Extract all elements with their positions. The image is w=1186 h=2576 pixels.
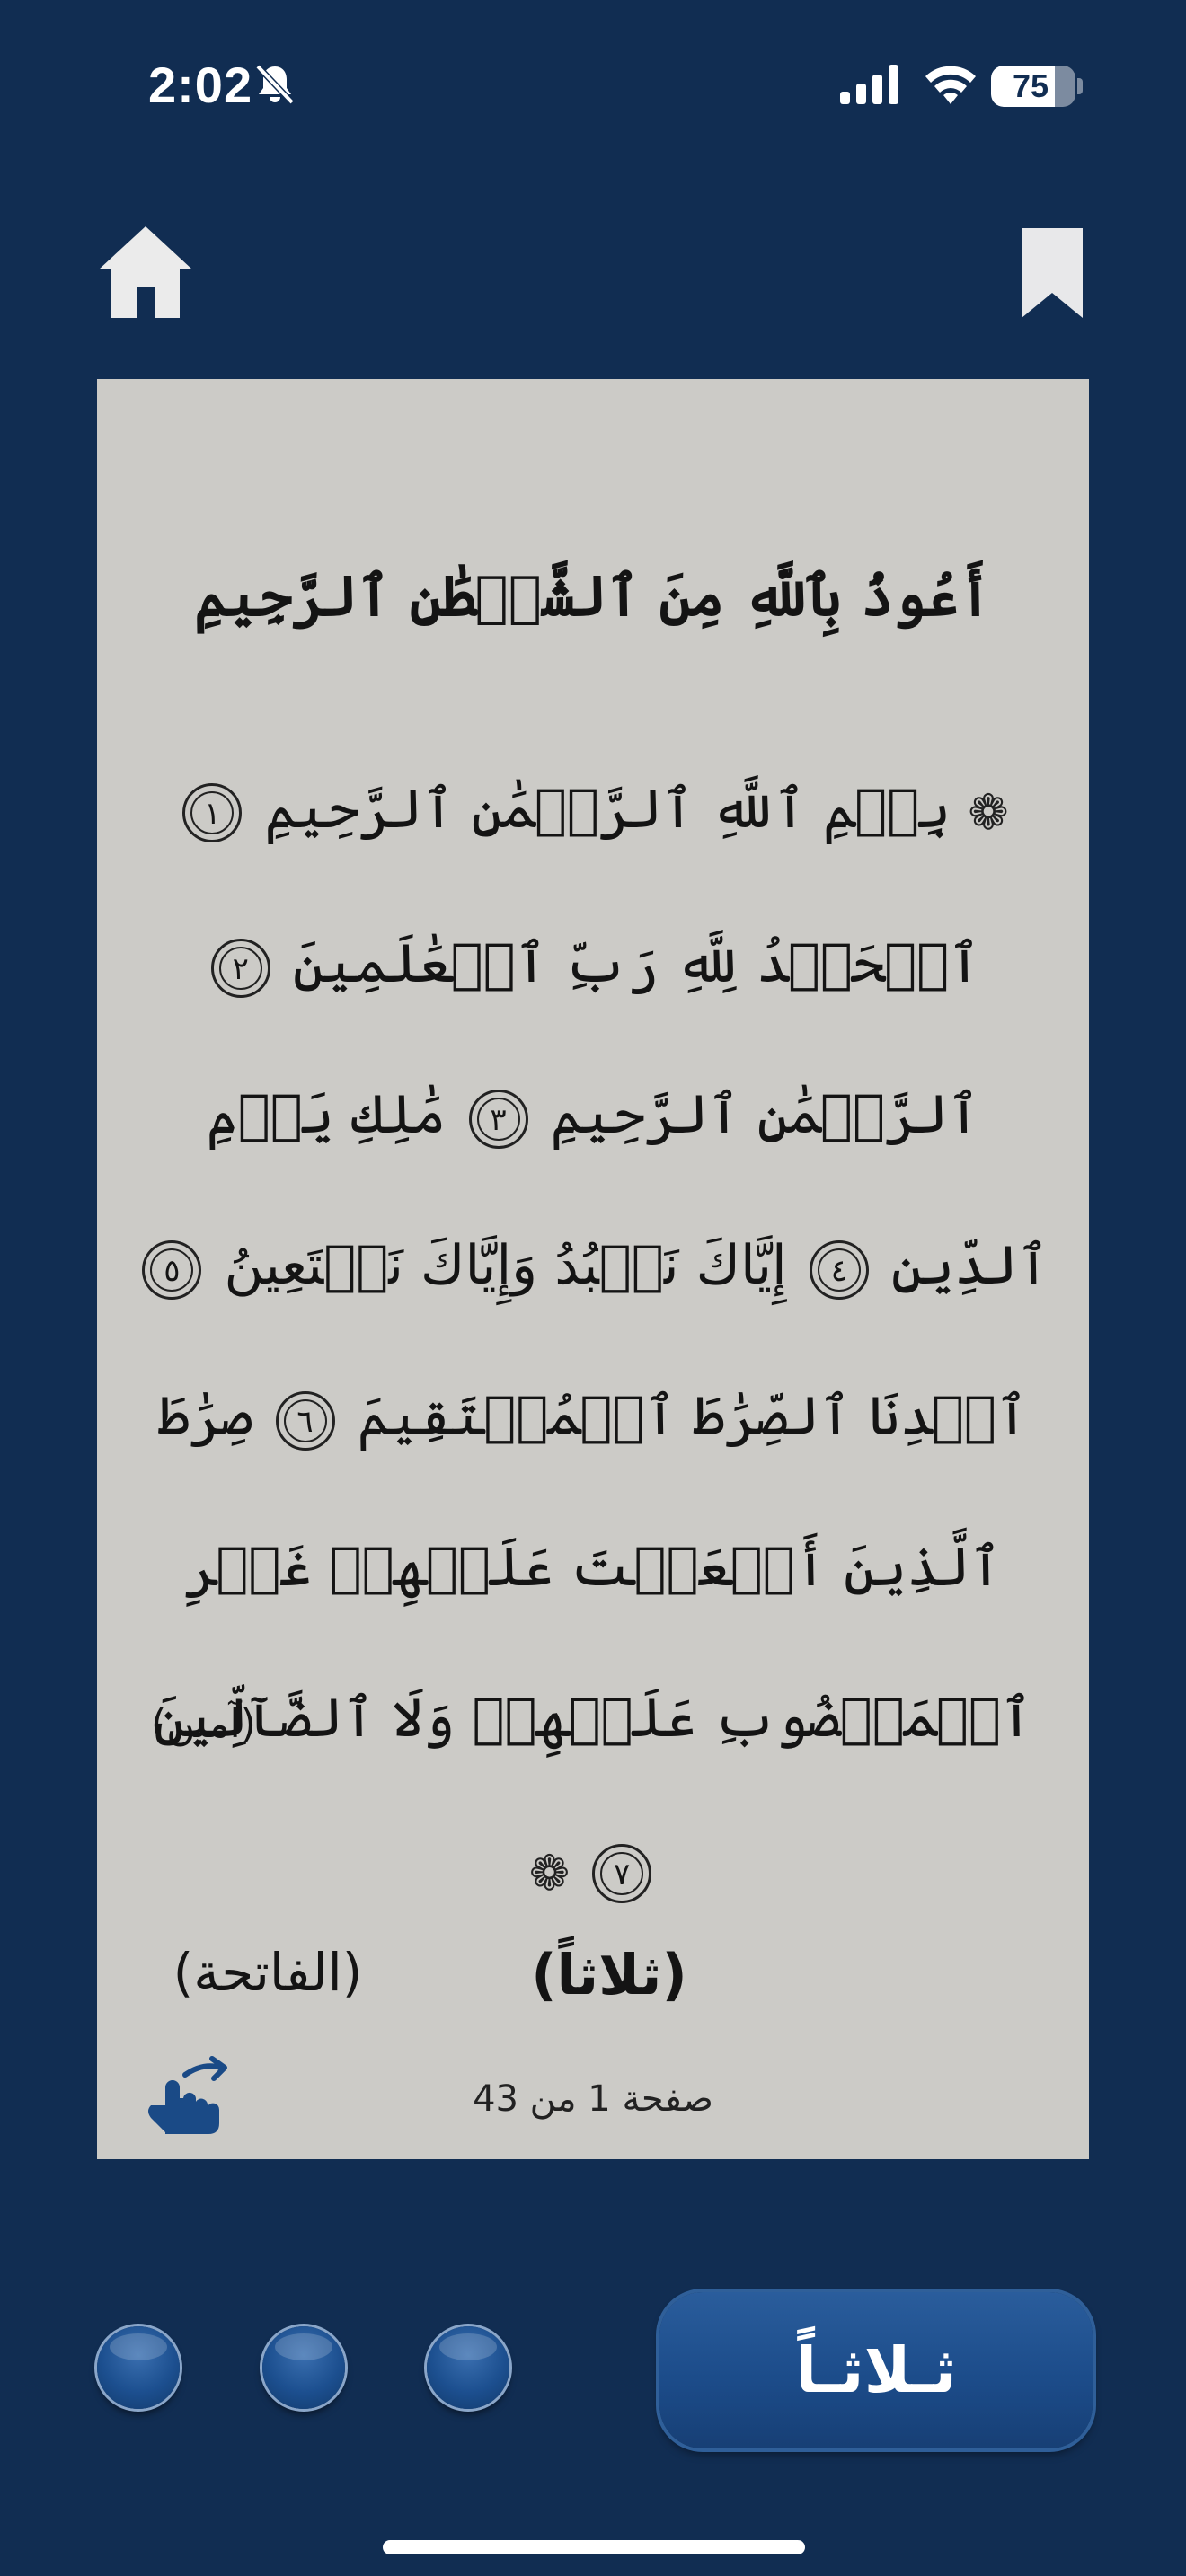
ornament-open-icon: ❁ bbox=[968, 784, 1009, 842]
verse-text: ٱلرَّحۡمَٰنِ ٱلرَّحِيمِ bbox=[550, 1083, 980, 1147]
bookmark-icon[interactable] bbox=[1018, 225, 1086, 320]
ayah-number-marker: ٧ bbox=[592, 1843, 652, 1903]
ayah-number-marker: ٣ bbox=[468, 1089, 528, 1149]
surah-name-label: (الفاتحة) bbox=[173, 1942, 363, 2003]
verse-text: ٱلۡحَمۡدُ لِلَّهِ رَبِّ ٱلۡعَٰلَمِينَ bbox=[292, 932, 981, 996]
verse-text: إِيَّاكَ نَعۡبُدُ وَإِيَّاكَ نَسۡتَعِينُ bbox=[224, 1234, 787, 1298]
ayah-number-marker: ٢ bbox=[210, 938, 270, 998]
ayah-number-marker: ٥ bbox=[142, 1239, 202, 1300]
ayah-number-marker: ١ bbox=[182, 783, 243, 843]
amin-note: (آمين) bbox=[151, 1701, 256, 1747]
wifi-icon bbox=[925, 66, 976, 104]
ayah-number-marker: ٤ bbox=[809, 1239, 869, 1300]
counter-dot-2[interactable] bbox=[262, 2326, 345, 2409]
page-card[interactable]: أَعُوذُ بِٱللَّهِ مِنَ ٱلشَّيۡطَٰنِ ٱلرَ… bbox=[97, 379, 1089, 2159]
repeat-button[interactable]: ثـلاثـاً bbox=[659, 2292, 1093, 2448]
cellular-signal-icon bbox=[840, 65, 898, 104]
counter-dot-1[interactable] bbox=[97, 2326, 180, 2409]
istiadha-title: أَعُوذُ بِٱللَّهِ مِنَ ٱلشَّيۡطَٰنِ ٱلرَ… bbox=[194, 563, 992, 629]
status-time: 2:02 bbox=[148, 57, 253, 113]
home-icon[interactable] bbox=[95, 223, 196, 322]
bell-muted-icon bbox=[255, 64, 295, 105]
battery-indicator: 75 bbox=[991, 66, 1075, 107]
home-indicator[interactable] bbox=[383, 2540, 805, 2554]
verse-text: بِسۡمِ ٱللَّهِ ٱلرَّحۡمَٰنِ ٱلرَّحِيمِ bbox=[264, 778, 951, 841]
ornament-close-icon: ❁ bbox=[528, 1844, 571, 1901]
page-indicator: صفحة 1 من 43 bbox=[473, 2078, 713, 2120]
repeat-count-label: (ثلاثاً) bbox=[531, 1942, 687, 2007]
battery-level: 75 bbox=[1012, 67, 1049, 104]
verse-text: ٱهۡدِنَا ٱلصِّرَٰطَ ٱلۡمُسۡتَقِيمَ bbox=[357, 1385, 1028, 1449]
surah-text: ❁ بِسۡمِ ٱللَّهِ ٱلرَّحۡمَٰنِ ٱلرَّحِيمِ… bbox=[133, 734, 1053, 1949]
counter-dot-3[interactable] bbox=[427, 2326, 509, 2409]
ayah-number-marker: ٦ bbox=[275, 1390, 335, 1451]
battery-cap bbox=[1077, 78, 1083, 94]
